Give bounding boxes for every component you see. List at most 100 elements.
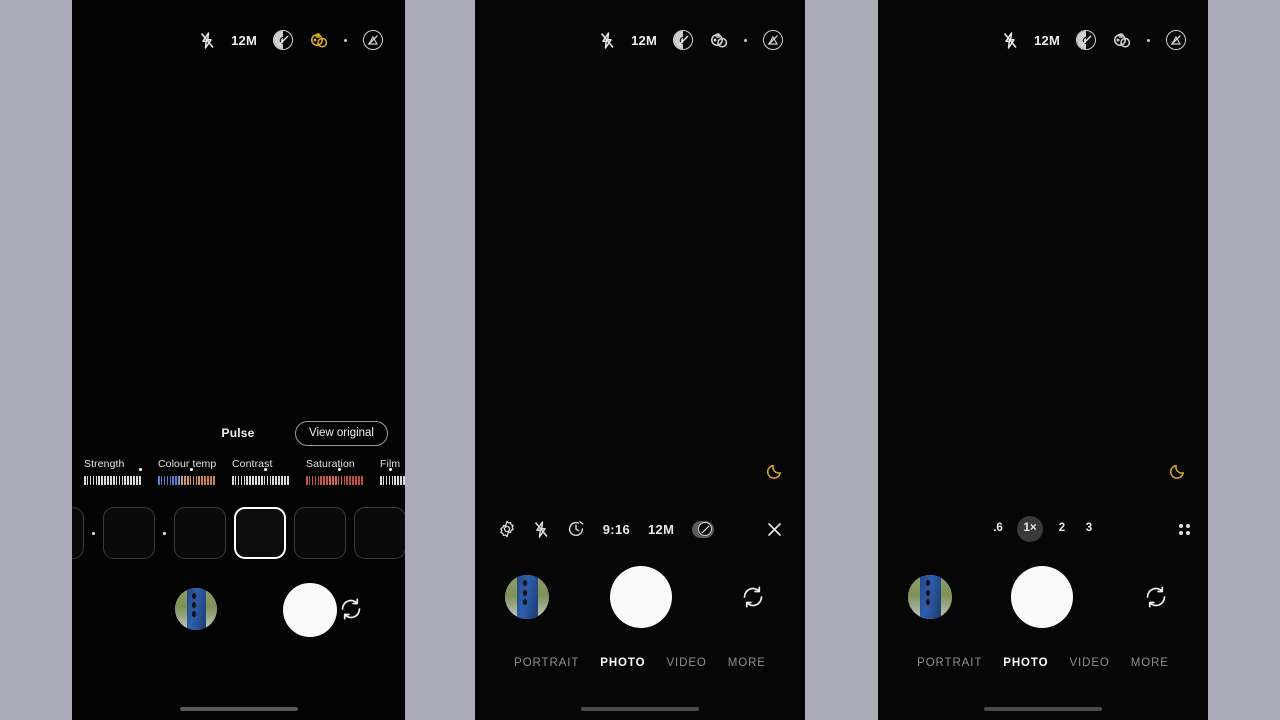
strength-slider-ticks[interactable] bbox=[84, 468, 147, 485]
night-mode-button[interactable] bbox=[732, 521, 749, 538]
gallery-thumbnail[interactable] bbox=[505, 575, 549, 619]
flip-camera-button[interactable] bbox=[738, 582, 768, 612]
adjustment-saturation[interactable]: Saturation bbox=[306, 458, 380, 485]
flash-off-icon[interactable] bbox=[1003, 31, 1018, 49]
strength-slider-marker[interactable] bbox=[139, 468, 143, 471]
shutter-button[interactable] bbox=[1011, 566, 1073, 628]
zoom-level-0.6[interactable]: .6 bbox=[990, 523, 1006, 535]
adjustment-label: Film bbox=[380, 458, 401, 470]
right-panel: 12M .6 1× 2 3 PORTRAIT PHOTO VIDEO MORE bbox=[878, 0, 1208, 720]
filter-thumb-partial[interactable] bbox=[72, 507, 84, 559]
resolution-label[interactable]: 12M bbox=[1034, 33, 1060, 48]
home-indicator bbox=[581, 707, 699, 711]
camera-top-status-bar: 12M bbox=[475, 26, 805, 54]
flip-camera-button[interactable] bbox=[336, 594, 366, 624]
motion-photo-toggle[interactable] bbox=[692, 520, 715, 538]
timer-icon[interactable] bbox=[567, 520, 585, 538]
camera-shutter-row bbox=[475, 565, 805, 629]
mode-tab-video[interactable]: VIDEO bbox=[1069, 657, 1109, 669]
film-slider-marker[interactable] bbox=[388, 468, 392, 471]
mode-tab-more[interactable]: MORE bbox=[728, 657, 766, 669]
ai-scene-optimizer-icon[interactable] bbox=[1112, 31, 1131, 49]
edit-shutter-row bbox=[72, 577, 405, 641]
filter-thumbnail-strip[interactable] bbox=[72, 502, 405, 564]
ai-scene-optimizer-icon[interactable] bbox=[709, 31, 728, 49]
flash-button[interactable] bbox=[534, 520, 549, 538]
resolution-label[interactable]: 12M bbox=[231, 33, 257, 48]
home-indicator bbox=[984, 707, 1102, 711]
camera-top-status-bar: 12M bbox=[878, 26, 1208, 54]
filter-thumb-1[interactable] bbox=[103, 507, 155, 559]
motion-photo-off-icon[interactable] bbox=[1076, 30, 1096, 50]
adjustment-label: Saturation bbox=[306, 458, 355, 470]
adjustment-label: Contrast bbox=[232, 458, 273, 470]
mode-tab-video[interactable]: VIDEO bbox=[666, 657, 706, 669]
camera-control-bar: 9:16 12M bbox=[475, 512, 805, 546]
contrast-slider-marker[interactable] bbox=[263, 468, 267, 471]
motion-photo-off-icon[interactable] bbox=[273, 30, 293, 50]
flip-camera-button[interactable] bbox=[1141, 582, 1171, 612]
camera-effects-icon[interactable] bbox=[763, 30, 783, 50]
shutter-button[interactable] bbox=[283, 583, 337, 637]
ai-scene-optimizer-icon[interactable] bbox=[309, 31, 328, 49]
filter-thumb-4[interactable] bbox=[294, 507, 346, 559]
filter-separator-dot bbox=[92, 531, 95, 535]
mode-tab-portrait[interactable]: PORTRAIT bbox=[514, 657, 579, 669]
filter-thumb-pulse[interactable] bbox=[234, 507, 286, 559]
edit-panel: 12M Pulse View original Strength Colour … bbox=[72, 0, 405, 720]
filter-thumb-5[interactable] bbox=[354, 507, 405, 559]
adjustment-colour-temp[interactable]: Colour temp bbox=[158, 458, 232, 485]
edit-filter-header: Pulse View original bbox=[72, 420, 405, 446]
dot-separator bbox=[1147, 38, 1150, 42]
zoom-level-bar: .6 1× 2 3 bbox=[878, 512, 1208, 546]
view-original-button[interactable]: View original bbox=[295, 420, 388, 446]
saturation-slider-marker[interactable] bbox=[337, 468, 341, 471]
middle-panel: 12M 9:16 12M PORTRAIT PHOTO VIDEO MORE bbox=[475, 0, 805, 720]
camera-mode-tabs: PORTRAIT PHOTO VIDEO MORE bbox=[878, 650, 1208, 676]
filter-thumb-2[interactable] bbox=[174, 507, 226, 559]
flash-off-icon[interactable] bbox=[200, 31, 215, 49]
camera-effects-icon[interactable] bbox=[1166, 30, 1186, 50]
gallery-thumbnail[interactable] bbox=[908, 575, 952, 619]
filter-separator-dot bbox=[163, 531, 166, 535]
camera-effects-icon[interactable] bbox=[363, 30, 383, 50]
adjustment-contrast[interactable]: Contrast bbox=[232, 458, 306, 485]
mode-tab-photo[interactable]: PHOTO bbox=[1003, 657, 1048, 669]
active-filter-name: Pulse bbox=[221, 426, 255, 440]
aspect-ratio-button[interactable]: 9:16 bbox=[603, 522, 630, 537]
contrast-slider-ticks[interactable] bbox=[232, 468, 295, 485]
home-indicator bbox=[179, 707, 298, 711]
dot-separator bbox=[744, 38, 747, 42]
camera-shutter-row bbox=[878, 565, 1208, 629]
saturation-slider-ticks[interactable] bbox=[306, 468, 369, 485]
night-mode-moon-icon bbox=[766, 462, 784, 484]
adjustment-film[interactable]: Film bbox=[380, 458, 405, 485]
grid-dots-icon[interactable] bbox=[1179, 523, 1190, 535]
resolution-label[interactable]: 12M bbox=[631, 33, 657, 48]
zoom-level-3[interactable]: 3 bbox=[1081, 523, 1097, 535]
gallery-thumbnail[interactable] bbox=[175, 588, 217, 630]
colour-temp-slider-ticks[interactable] bbox=[158, 468, 221, 485]
zoom-level-1x[interactable]: 1× bbox=[1017, 516, 1043, 542]
close-icon[interactable] bbox=[767, 522, 782, 537]
resolution-button[interactable]: 12M bbox=[648, 522, 674, 537]
camera-mode-tabs: PORTRAIT PHOTO VIDEO MORE bbox=[475, 650, 805, 676]
screenshot-stage: 12M Pulse View original Strength Colour … bbox=[0, 0, 1280, 720]
filter-thumb-partial-slot[interactable] bbox=[72, 507, 84, 559]
adjustment-strength[interactable]: Strength bbox=[84, 458, 158, 485]
colour-temp-slider-marker[interactable] bbox=[189, 468, 193, 471]
mode-tab-photo[interactable]: PHOTO bbox=[600, 657, 645, 669]
adjustment-sliders-row[interactable]: Strength Colour temp Contrast Saturation… bbox=[72, 458, 405, 490]
shutter-button[interactable] bbox=[610, 566, 672, 628]
mode-tab-more[interactable]: MORE bbox=[1131, 657, 1169, 669]
flash-off-icon[interactable] bbox=[600, 31, 615, 49]
film-slider-ticks[interactable] bbox=[380, 468, 405, 485]
motion-photo-off-icon[interactable] bbox=[673, 30, 693, 50]
settings-button[interactable] bbox=[498, 520, 516, 538]
zoom-level-group[interactable]: .6 1× 2 3 bbox=[990, 516, 1097, 542]
zoom-level-2[interactable]: 2 bbox=[1054, 523, 1070, 535]
night-mode-moon-icon bbox=[1169, 462, 1187, 484]
edit-top-status-bar: 12M bbox=[72, 26, 405, 54]
mode-tab-portrait[interactable]: PORTRAIT bbox=[917, 657, 982, 669]
dot-separator bbox=[344, 38, 347, 42]
